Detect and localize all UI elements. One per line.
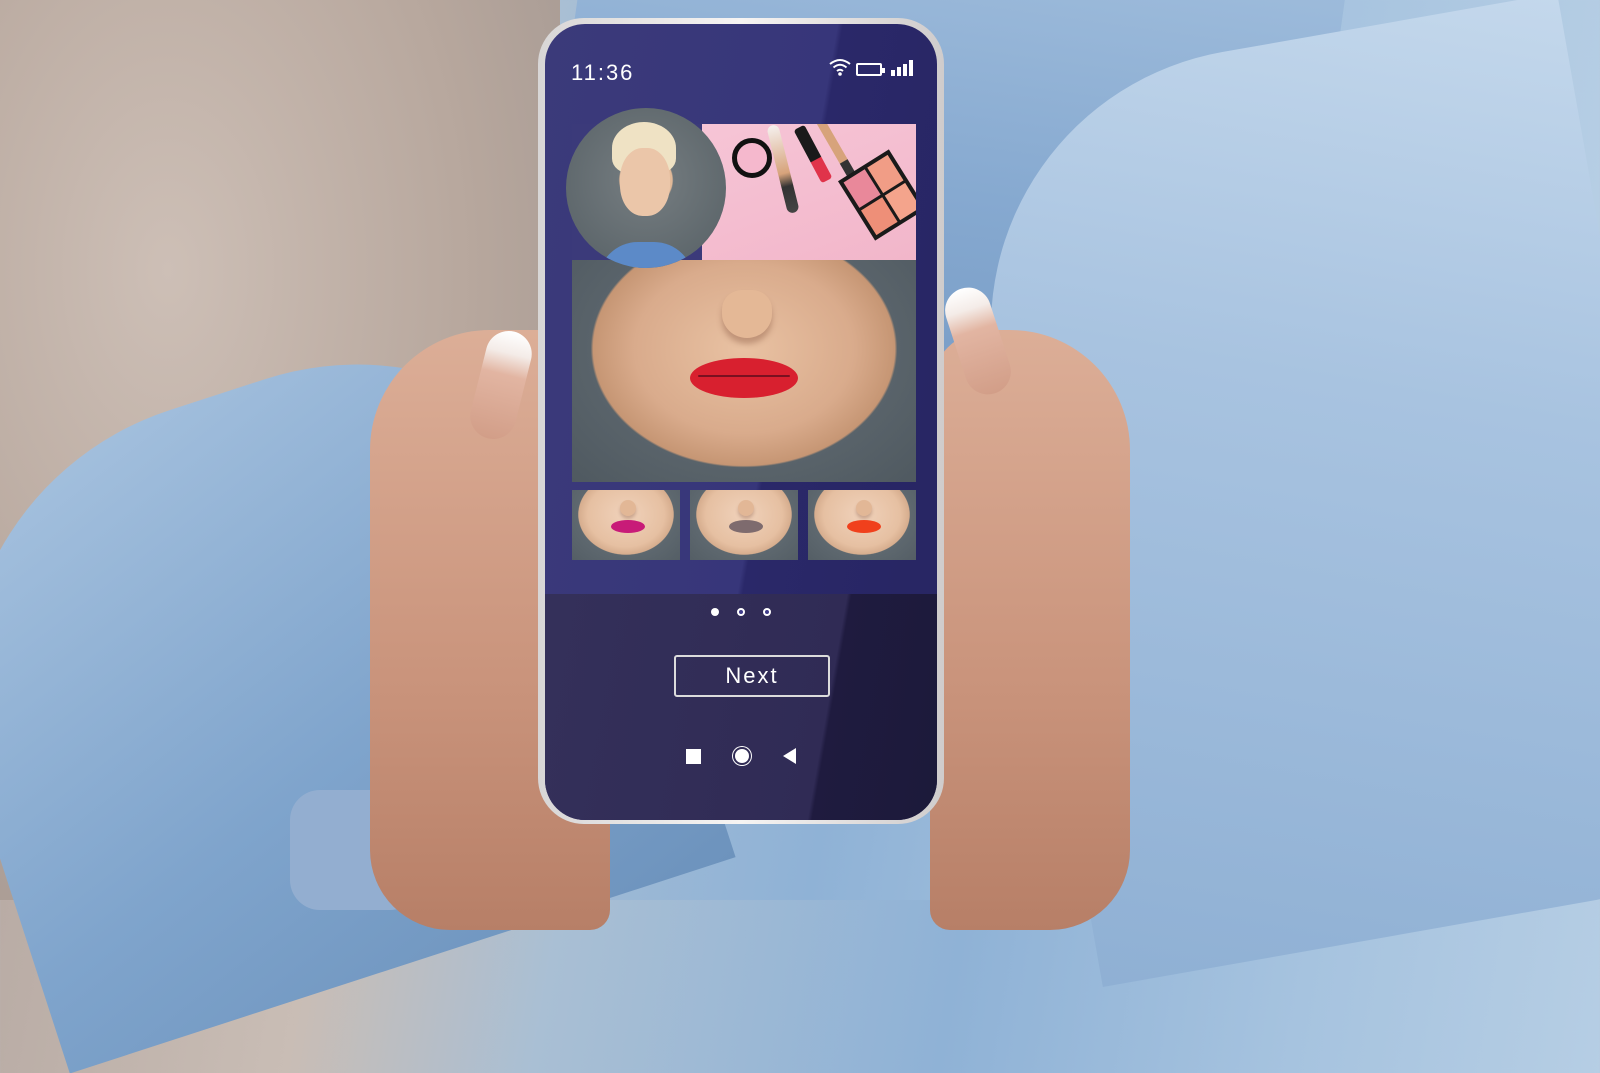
lipstick-swatch-list (572, 490, 916, 562)
swatch-lips (846, 520, 881, 533)
swatch-lips (610, 520, 645, 533)
right-hand (930, 330, 1130, 930)
wifi-icon (829, 59, 851, 76)
user-portrait-avatar (566, 108, 726, 268)
battery-icon (856, 63, 885, 76)
makeup-brush (766, 124, 800, 215)
home-circle-icon[interactable] (735, 749, 749, 763)
swatch-magenta[interactable] (572, 490, 680, 560)
screen-lower-panel (545, 594, 937, 820)
android-nav-bar (545, 748, 937, 764)
compact-powder (732, 138, 772, 178)
next-button[interactable]: Next (674, 655, 830, 697)
signal-icon (891, 60, 913, 76)
swatch-orange-red[interactable] (808, 490, 916, 560)
makeup-preview (566, 108, 916, 482)
pagination-dot-3[interactable] (763, 608, 771, 616)
phone-screen: 11:36 Next (545, 24, 937, 820)
pagination-dots (545, 608, 937, 616)
lower-face-preview (572, 260, 916, 482)
lips-applied-color (690, 358, 798, 398)
status-icons (829, 58, 913, 76)
pagination-dot-1[interactable] (711, 608, 719, 616)
pagination-dot-2[interactable] (737, 608, 745, 616)
swatch-taupe[interactable] (690, 490, 798, 560)
cosmetics-flatlay (702, 124, 916, 260)
nose (722, 290, 772, 338)
back-triangle-icon[interactable] (783, 748, 796, 764)
swatch-lips (728, 520, 763, 533)
smartphone: 11:36 Next (538, 18, 944, 824)
status-time: 11:36 (571, 60, 635, 85)
recents-square-icon[interactable] (686, 748, 701, 764)
